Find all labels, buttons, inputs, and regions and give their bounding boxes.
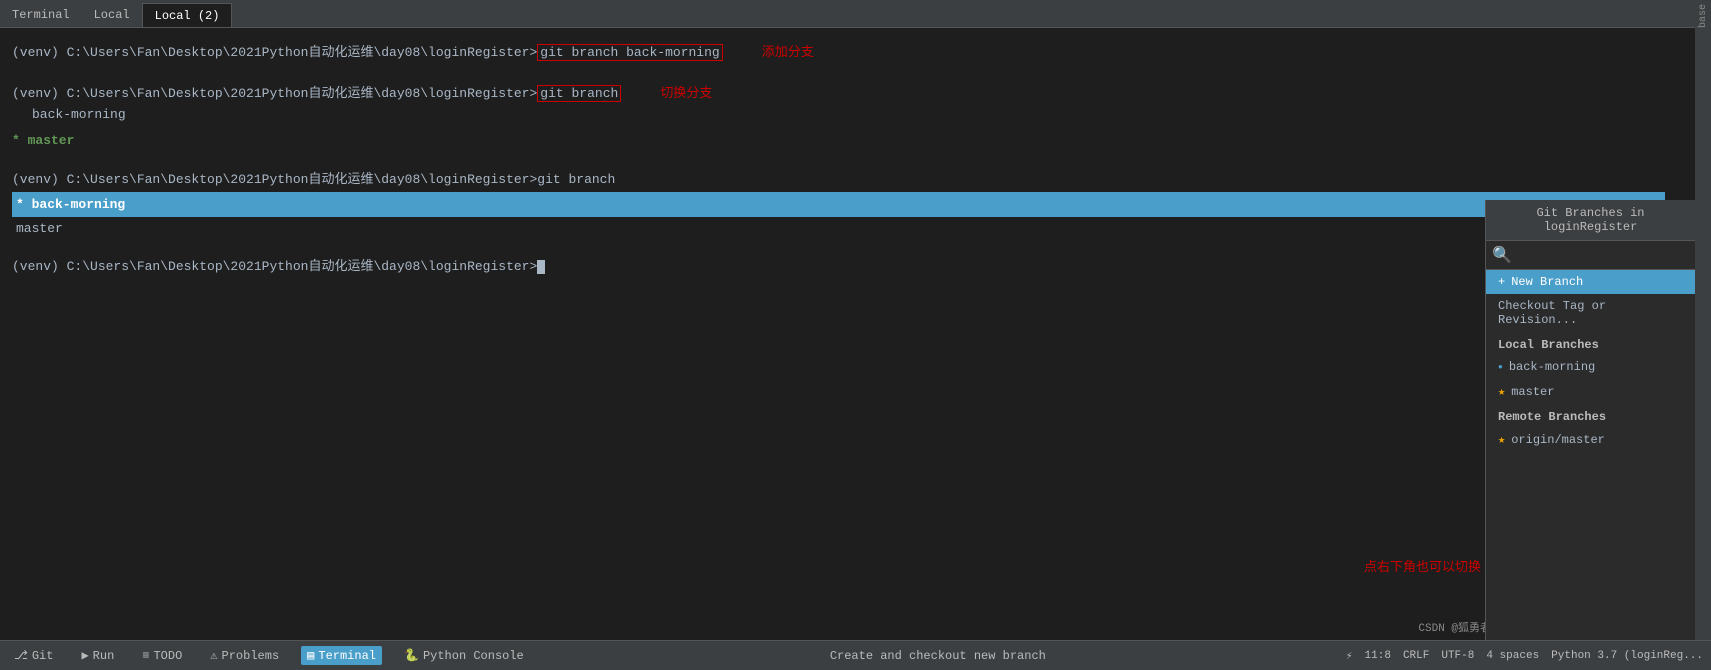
search-icon: 🔍 xyxy=(1492,245,1512,265)
status-create-branch-text: Create and checkout new branch xyxy=(830,649,1046,663)
status-python-version: Python 3.7 (loginReg... xyxy=(1551,650,1703,662)
remote-branches-header: Remote Branches xyxy=(1486,404,1695,427)
branch-item-master: master xyxy=(12,219,1699,239)
branch-dot-icon-1: ● xyxy=(1498,363,1503,372)
main-container: Terminal Local Local (2) (venv) C:\Users… xyxy=(0,0,1711,670)
checkout-tag-item[interactable]: Checkout Tag or Revision... xyxy=(1486,294,1695,332)
status-left: ⎇ Git ▶ Run ≡ TODO ⚠ Problems ▤ Termin xyxy=(8,646,530,665)
prompt-line-2: (venv) C:\Users\Fan\Desktop\2021Python自动… xyxy=(12,83,1699,104)
python-icon: 🐍 xyxy=(404,648,419,663)
status-position: 11:8 xyxy=(1365,650,1391,662)
git-branches-panel: Git Branches in loginRegister 🔍 + New Br… xyxy=(1485,200,1695,640)
status-encoding-icon: ⚡ xyxy=(1346,649,1353,663)
terminal-icon: ▤ xyxy=(307,648,314,663)
status-todo[interactable]: ≡ TODO xyxy=(136,647,188,665)
cmd-box-1: git branch back-morning xyxy=(537,44,722,61)
status-crlf: CRLF xyxy=(1403,650,1429,662)
annotation-switch-branch: 切换分支 xyxy=(660,85,712,100)
local-branch-master[interactable]: ★ master xyxy=(1486,379,1695,404)
status-encoding: UTF-8 xyxy=(1441,650,1474,662)
todo-icon: ≡ xyxy=(142,649,149,663)
status-right: ⚡ 11:8 CRLF UTF-8 4 spaces Python 3.7 (l… xyxy=(1346,649,1703,663)
git-icon: ⎇ xyxy=(14,648,28,663)
status-git[interactable]: ⎇ Git xyxy=(8,646,59,665)
run-icon: ▶ xyxy=(81,648,88,663)
prompt-line-3: (venv) C:\Users\Fan\Desktop\2021Python自动… xyxy=(12,170,1699,190)
annotation-bottom-right: 点右下角也可以切换 xyxy=(1364,556,1481,575)
cursor xyxy=(537,260,545,274)
tab-bar: Terminal Local Local (2) xyxy=(0,0,1711,28)
status-bar: ⎇ Git ▶ Run ≡ TODO ⚠ Problems ▤ Termin xyxy=(0,640,1711,670)
status-problems[interactable]: ⚠ Problems xyxy=(204,646,285,665)
branch-current-master: * master xyxy=(12,131,1699,151)
highlighted-branch-line: * back-morning xyxy=(12,192,1665,218)
tab-local[interactable]: Local xyxy=(82,3,142,27)
panel-title: Git Branches in loginRegister xyxy=(1486,200,1695,241)
local-branches-header: Local Branches xyxy=(1486,332,1695,355)
new-branch-icon: + xyxy=(1498,275,1505,289)
star-icon-master: ★ xyxy=(1498,384,1505,399)
branch-item-back-morning: back-morning xyxy=(12,105,1699,125)
status-terminal[interactable]: ▤ Terminal xyxy=(301,646,382,665)
local-branch-back-morning[interactable]: ● back-morning xyxy=(1486,355,1695,379)
new-branch-item[interactable]: + New Branch xyxy=(1486,270,1695,294)
problems-icon: ⚠ xyxy=(210,648,217,663)
status-python-console[interactable]: 🐍 Python Console xyxy=(398,646,530,665)
panel-search[interactable]: 🔍 xyxy=(1486,241,1695,270)
cmd-box-2: git branch xyxy=(537,85,621,102)
status-run[interactable]: ▶ Run xyxy=(75,646,120,665)
status-spaces: 4 spaces xyxy=(1486,650,1539,662)
tab-local2[interactable]: Local (2) xyxy=(142,3,233,27)
prompt-line-1: (venv) C:\Users\Fan\Desktop\2021Python自动… xyxy=(12,42,1699,63)
annotation-add-branch: 添加分支 xyxy=(762,44,814,59)
star-icon-origin-master: ★ xyxy=(1498,432,1505,447)
search-input[interactable] xyxy=(1516,246,1689,264)
scrollbar-label: base xyxy=(1698,0,1709,32)
remote-branch-origin-master[interactable]: ★ origin/master xyxy=(1486,427,1695,452)
terminal-content: (venv) C:\Users\Fan\Desktop\2021Python自动… xyxy=(0,28,1711,640)
watermark: CSDN @狐勇者 xyxy=(1418,619,1491,635)
right-scrollbar[interactable]: base xyxy=(1695,0,1711,640)
prompt-line-4: (venv) C:\Users\Fan\Desktop\2021Python自动… xyxy=(12,257,1699,277)
tab-terminal[interactable]: Terminal xyxy=(0,3,82,27)
